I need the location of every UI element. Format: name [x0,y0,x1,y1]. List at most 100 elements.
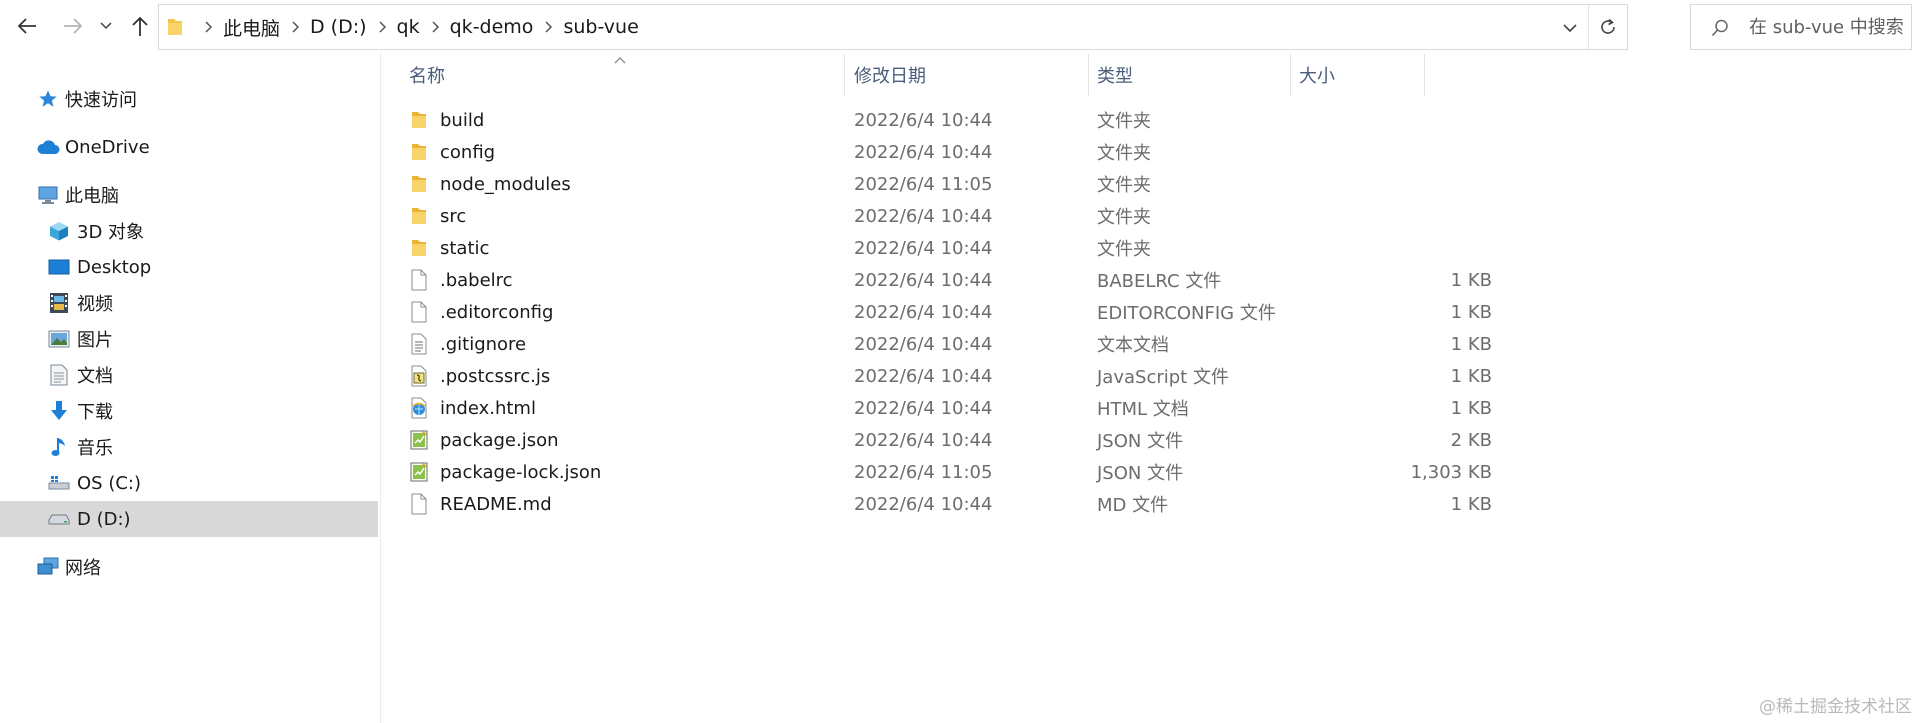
file-size [1357,232,1492,264]
breadcrumb-item[interactable]: qk [397,16,420,38]
arrow-up-icon [132,16,148,36]
breadcrumb-item[interactable]: 此电脑 [223,14,280,41]
sidebar-item-onedrive[interactable]: OneDrive [0,129,378,165]
sidebar-item-label: 文档 [77,366,113,387]
address-history-dropdown[interactable] [1557,17,1583,39]
file-row[interactable]: package.json 2022/6/4 10:44 JSON 文件 2 KB [382,424,1492,456]
navigation-pane: 快速访问 OneDrive 此电脑 3D 对象 Desktop 视频 图片 文档… [0,52,378,723]
back-button[interactable] [10,10,44,42]
file-date: 2022/6/4 10:44 [854,109,993,131]
folder-icon [409,205,429,227]
file-name: node_modules [440,173,571,195]
file-type: MD 文件 [1097,495,1169,516]
chevron-right-icon[interactable] [292,21,300,33]
file-size: 2 KB [1450,429,1492,451]
refresh-button[interactable] [1589,5,1627,49]
arrow-left-icon [17,18,36,34]
blank-file-icon [409,493,429,515]
file-size: 1 KB [1450,269,1492,291]
file-name: build [440,109,485,131]
sidebar-item-3d-objects[interactable]: 3D 对象 [0,213,378,249]
recent-locations-button[interactable] [96,10,116,42]
search-input[interactable] [1749,5,1911,49]
address-bar[interactable]: 此电脑 D (D:) qk qk-demo sub-vue [158,4,1628,50]
star-icon [36,87,60,111]
column-resize-handle[interactable] [1424,54,1425,96]
json-file-icon [409,429,429,451]
column-header-size[interactable]: 大小 [1299,52,1335,98]
forward-button[interactable] [56,10,90,42]
breadcrumb-item[interactable]: qk-demo [450,16,534,38]
file-row[interactable]: .gitignore 2022/6/4 10:44 文本文档 1 KB [382,328,1492,360]
sidebar-item-this-pc[interactable]: 此电脑 [0,177,378,213]
sidebar-item-label: OneDrive [65,136,150,158]
chevron-down-icon [1563,23,1577,32]
sidebar-item-network[interactable]: 网络 [0,549,378,585]
script-file-icon [409,365,429,387]
sidebar-item-pictures[interactable]: 图片 [0,321,378,357]
folder-icon [409,173,429,195]
computer-icon [36,183,60,207]
chevron-right-icon[interactable] [205,21,213,33]
file-row[interactable]: index.html 2022/6/4 10:44 HTML 文档 1 KB [382,392,1492,424]
file-size [1357,168,1492,200]
sidebar-item-label: 此电脑 [65,186,119,207]
file-date: 2022/6/4 10:44 [854,301,993,323]
file-row[interactable]: .babelrc 2022/6/4 10:44 BABELRC 文件 1 KB [382,264,1492,296]
blank-file-icon [409,269,429,291]
file-type: BABELRC 文件 [1097,271,1222,292]
sidebar-item-downloads[interactable]: 下载 [0,393,378,429]
breadcrumb-item[interactable]: sub-vue [563,16,638,38]
breadcrumb-item[interactable]: D (D:) [310,16,367,38]
folder-icon [409,237,429,259]
navigation-bar: 此电脑 D (D:) qk qk-demo sub-vue [0,0,1920,52]
pane-divider[interactable] [380,52,381,723]
up-button[interactable] [124,10,156,42]
column-resize-handle[interactable] [844,54,845,96]
sidebar-item-desktop[interactable]: Desktop [0,249,378,285]
cloud-icon [36,135,60,159]
column-header-type[interactable]: 类型 [1097,52,1133,98]
refresh-icon [1601,18,1615,34]
file-row[interactable]: package-lock.json 2022/6/4 11:05 JSON 文件… [382,456,1492,488]
file-row[interactable]: src 2022/6/4 10:44 文件夹 [382,200,1482,232]
file-row[interactable]: config 2022/6/4 10:44 文件夹 [382,136,1482,168]
chevron-right-icon[interactable] [379,21,387,33]
file-row[interactable]: node_modules 2022/6/4 11:05 文件夹 [382,168,1482,200]
search-icon [1711,19,1729,41]
sidebar-item-documents[interactable]: 文档 [0,357,378,393]
file-name: config [440,141,496,163]
search-box[interactable] [1690,4,1912,50]
chevron-right-icon[interactable] [432,21,440,33]
drive-icon [47,507,71,531]
html-file-icon [409,397,429,419]
sidebar-item-quick-access[interactable]: 快速访问 [0,81,378,117]
file-name: index.html [440,397,536,419]
column-resize-handle[interactable] [1290,54,1291,96]
sidebar-item-videos[interactable]: 视频 [0,285,378,321]
column-header-date[interactable]: 修改日期 [854,52,926,98]
sort-ascending-icon [614,50,626,69]
chevron-down-icon [100,22,112,30]
file-type: 文件夹 [1097,207,1151,228]
sidebar-item-os-c[interactable]: OS (C:) [0,465,378,501]
file-name: package-lock.json [440,461,602,483]
file-name: .babelrc [440,269,513,291]
file-size: 1 KB [1450,333,1492,355]
file-row[interactable]: README.md 2022/6/4 10:44 MD 文件 1 KB [382,488,1492,520]
file-type: 文件夹 [1097,111,1151,132]
folder-icon [409,109,429,131]
chevron-right-icon[interactable] [545,21,553,33]
file-row[interactable]: .editorconfig 2022/6/4 10:44 EDITORCONFI… [382,296,1492,328]
column-resize-handle[interactable] [1088,54,1089,96]
file-row[interactable]: build 2022/6/4 10:44 文件夹 [382,104,1482,136]
file-name: .postcssrc.js [440,365,551,387]
file-row[interactable]: static 2022/6/4 10:44 文件夹 [382,232,1482,264]
file-row[interactable]: .postcssrc.js 2022/6/4 10:44 JavaScript … [382,360,1492,392]
sidebar-item-d-drive[interactable]: D (D:) [0,501,378,537]
file-type: EDITORCONFIG 文件 [1097,303,1276,324]
sidebar-item-music[interactable]: 音乐 [0,429,378,465]
column-header-name[interactable]: 名称 [409,52,445,98]
file-date: 2022/6/4 10:44 [854,141,993,163]
text-file-icon [409,333,429,355]
